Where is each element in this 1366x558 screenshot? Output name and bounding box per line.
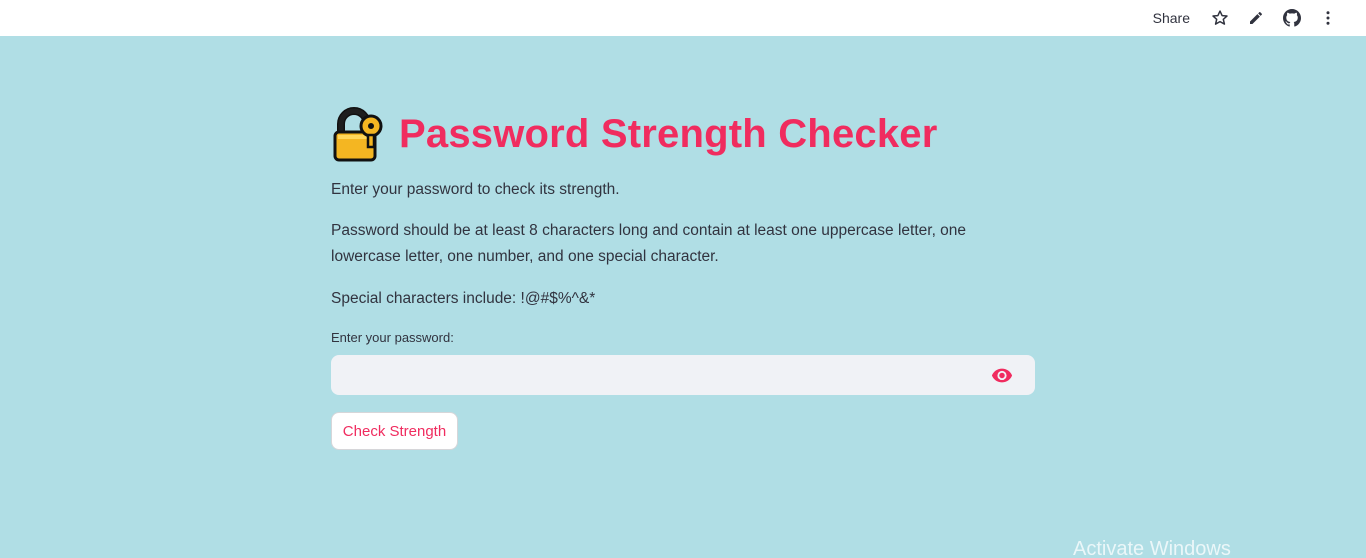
github-icon[interactable] <box>1274 0 1310 36</box>
main-content: Password Strength Checker Enter your pas… <box>331 100 1035 450</box>
more-vertical-icon[interactable] <box>1310 0 1346 36</box>
password-input[interactable] <box>331 355 982 395</box>
pencil-icon[interactable] <box>1238 0 1274 36</box>
password-label: Enter your password: <box>331 330 454 345</box>
toolbar-actions: Share <box>1153 0 1346 36</box>
top-toolbar: Share <box>0 0 1366 36</box>
check-strength-button[interactable]: Check Strength <box>331 412 458 450</box>
special-chars-text: Special characters include: !@#$%^&* <box>331 290 596 307</box>
intro-text: Enter your password to check its strengt… <box>331 181 620 198</box>
lock-with-key-icon <box>333 107 383 162</box>
page-title: Password Strength Checker <box>399 111 938 156</box>
share-button[interactable]: Share <box>1153 10 1190 26</box>
requirements-text: Password should be at least 8 characters… <box>331 222 967 265</box>
password-field <box>331 355 1035 395</box>
title-row: Password Strength Checker <box>331 100 1035 168</box>
star-icon[interactable] <box>1202 0 1238 36</box>
eye-icon[interactable] <box>982 355 1022 395</box>
activate-windows-watermark: Activate Windows <box>1073 538 1231 558</box>
